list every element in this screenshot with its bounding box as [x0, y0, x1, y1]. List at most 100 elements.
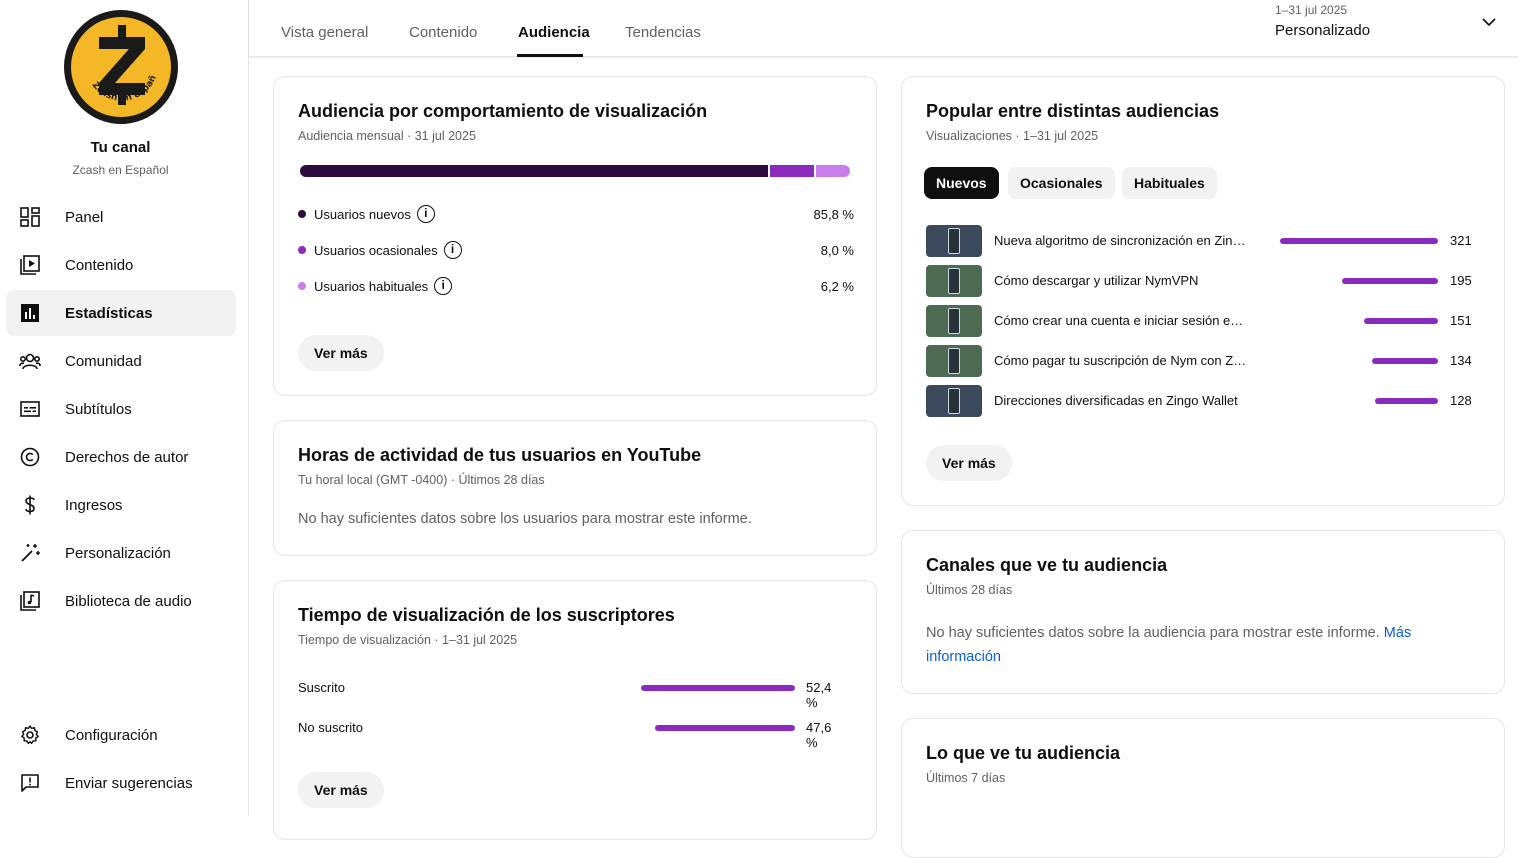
sidebar-item-label: Panel [65, 208, 104, 226]
legend-row-new: Usuarios nuevos i 85,8 % [298, 204, 854, 224]
row-label: Suscrito [298, 680, 345, 695]
tab-trends[interactable]: Tendencias [625, 24, 701, 41]
sidebar-item-label: Personalización [65, 544, 171, 562]
sidebar-item-label: Contenido [65, 256, 134, 274]
sidebar-item-customization[interactable]: Personalización [6, 530, 236, 576]
sidebar-item-label: Biblioteca de audio [65, 592, 192, 610]
info-icon[interactable]: i [416, 205, 435, 223]
phone-icon [948, 268, 960, 294]
dashboard-icon [19, 206, 41, 228]
views-value: 151 [1450, 313, 1472, 328]
gear-icon [19, 724, 41, 746]
sidebar-item-subtitles[interactable]: Subtítulos [6, 386, 236, 432]
channel-avatar[interactable]: Zcash en español [64, 10, 178, 124]
sidebar-item-community[interactable]: Comunidad [6, 338, 236, 384]
video-thumbnail[interactable] [926, 385, 982, 417]
card-title: Popular entre distintas audiencias [926, 101, 1220, 121]
sidebar-item-label: Derechos de autor [65, 448, 189, 466]
card-title: Tiempo de visualización de los suscripto… [298, 605, 675, 625]
video-thumbnail[interactable] [926, 225, 982, 257]
date-range: 1–31 jul 2025 [1275, 3, 1348, 17]
video-thumbnail[interactable] [926, 265, 982, 297]
sidebar-item-copyright[interactable]: Derechos de autor [6, 434, 236, 480]
no-data-message: No hay suficientes datos sobre la audien… [926, 621, 1482, 669]
video-title[interactable]: Cómo descargar y utilizar NymVPN [994, 273, 1248, 288]
sidebar-item-content[interactable]: Contenido [6, 242, 236, 288]
info-icon[interactable]: i [434, 277, 453, 295]
see-more-button[interactable]: Ver más [298, 335, 384, 371]
video-title[interactable]: Direcciones diversificadas en Zingo Wall… [994, 393, 1248, 408]
sidebar-item-audio-library[interactable]: Biblioteca de audio [6, 578, 236, 624]
video-row[interactable]: Cómo pagar tu suscripción de Nym con Zca… [926, 345, 1474, 377]
row-value: 52,4 % [806, 680, 832, 710]
views-value: 128 [1450, 393, 1472, 408]
see-more-button[interactable]: Ver más [926, 445, 1012, 481]
sidebar-item-label: Enviar sugerencias [65, 774, 193, 792]
subscriber-bar [641, 685, 795, 691]
legend-value: 85,8 % [813, 206, 854, 222]
info-icon[interactable]: i [443, 241, 462, 259]
behavior-segment [816, 165, 850, 177]
active-tab-indicator [517, 54, 583, 57]
legend-dot [298, 282, 306, 290]
phone-icon [948, 308, 960, 334]
chip-regular[interactable]: Habituales [1122, 167, 1217, 199]
card-title: Canales que ve tu audiencia [926, 555, 1168, 575]
chip-casual[interactable]: Ocasionales [1008, 167, 1115, 199]
copyright-icon [19, 446, 41, 468]
subscriber-bar [655, 725, 795, 731]
views-bar [1363, 318, 1438, 324]
zcash-logo-icon: Zcash en español [71, 17, 159, 105]
legend-value: 6,2 % [820, 278, 854, 294]
phone-icon [948, 348, 960, 374]
subscriber-row: No suscrito 47,6 % [298, 718, 846, 750]
sidebar-item-label: Estadísticas [65, 304, 153, 322]
row-value: 47,6 % [806, 720, 832, 750]
date-preset[interactable]: Personalizado [1275, 22, 1370, 39]
tab-content[interactable]: Contenido [409, 24, 477, 41]
views-value: 195 [1450, 273, 1472, 288]
tab-audience[interactable]: Audiencia [518, 24, 590, 41]
views-value: 134 [1450, 353, 1472, 368]
views-bar [1372, 358, 1438, 364]
video-row[interactable]: Cómo descargar y utilizar NymVPN 195 [926, 265, 1474, 297]
sidebar-item-analytics[interactable]: Estadísticas [6, 290, 236, 336]
legend-dot [298, 210, 306, 218]
video-row[interactable]: Cómo crear una cuenta e iniciar sesión e… [926, 305, 1474, 337]
sidebar-item-label: Subtítulos [65, 400, 132, 418]
channel-title: Tu canal [90, 139, 151, 156]
analytics-icon [19, 302, 41, 324]
video-title[interactable]: Nueva algoritmo de sincronización en Zin… [994, 233, 1248, 248]
sidebar-item-label: Comunidad [65, 352, 142, 370]
content-icon [19, 254, 41, 276]
video-thumbnail[interactable] [926, 305, 982, 337]
legend-value: 8,0 % [820, 242, 854, 258]
card-subtitle: Visualizaciones · 1–31 jul 2025 [926, 129, 1099, 143]
video-row[interactable]: Direcciones diversificadas en Zingo Wall… [926, 385, 1474, 417]
see-more-button[interactable]: Ver más [298, 772, 384, 808]
video-title[interactable]: Cómo pagar tu suscripción de Nym con Zca… [994, 353, 1248, 368]
behavior-segment [300, 165, 769, 177]
phone-icon [948, 388, 960, 414]
phone-icon [948, 228, 960, 254]
audience-behavior-card: Audiencia por comportamiento de visualiz… [273, 76, 877, 396]
behavior-segment [770, 165, 815, 177]
legend-dot [298, 246, 306, 254]
sidebar-item-panel[interactable]: Panel [6, 194, 236, 240]
tab-overview[interactable]: Vista general [281, 24, 368, 41]
sidebar-item-settings[interactable]: Configuración [6, 712, 236, 758]
sidebar-item-label: Ingresos [65, 496, 123, 514]
chip-new[interactable]: Nuevos [924, 167, 999, 199]
card-subtitle: Tu horal local (GMT -0400) · Últimos 28 … [298, 473, 545, 487]
sidebar-item-feedback[interactable]: Enviar sugerencias [6, 760, 236, 806]
video-title[interactable]: Cómo crear una cuenta e iniciar sesión e… [994, 313, 1248, 328]
channels-audience-watches-card: Canales que ve tu audiencia Últimos 28 d… [901, 530, 1505, 694]
legend-label: Usuarios habituales [314, 278, 429, 294]
video-thumbnail[interactable] [926, 345, 982, 377]
activity-hours-card: Horas de actividad de tus usuarios en Yo… [273, 420, 877, 556]
dollar-icon [19, 494, 41, 516]
chevron-down-icon[interactable] [1481, 14, 1497, 35]
feedback-icon [19, 772, 41, 794]
video-row[interactable]: Nueva algoritmo de sincronización en Zin… [926, 225, 1474, 257]
sidebar-item-earn[interactable]: Ingresos [6, 482, 236, 528]
